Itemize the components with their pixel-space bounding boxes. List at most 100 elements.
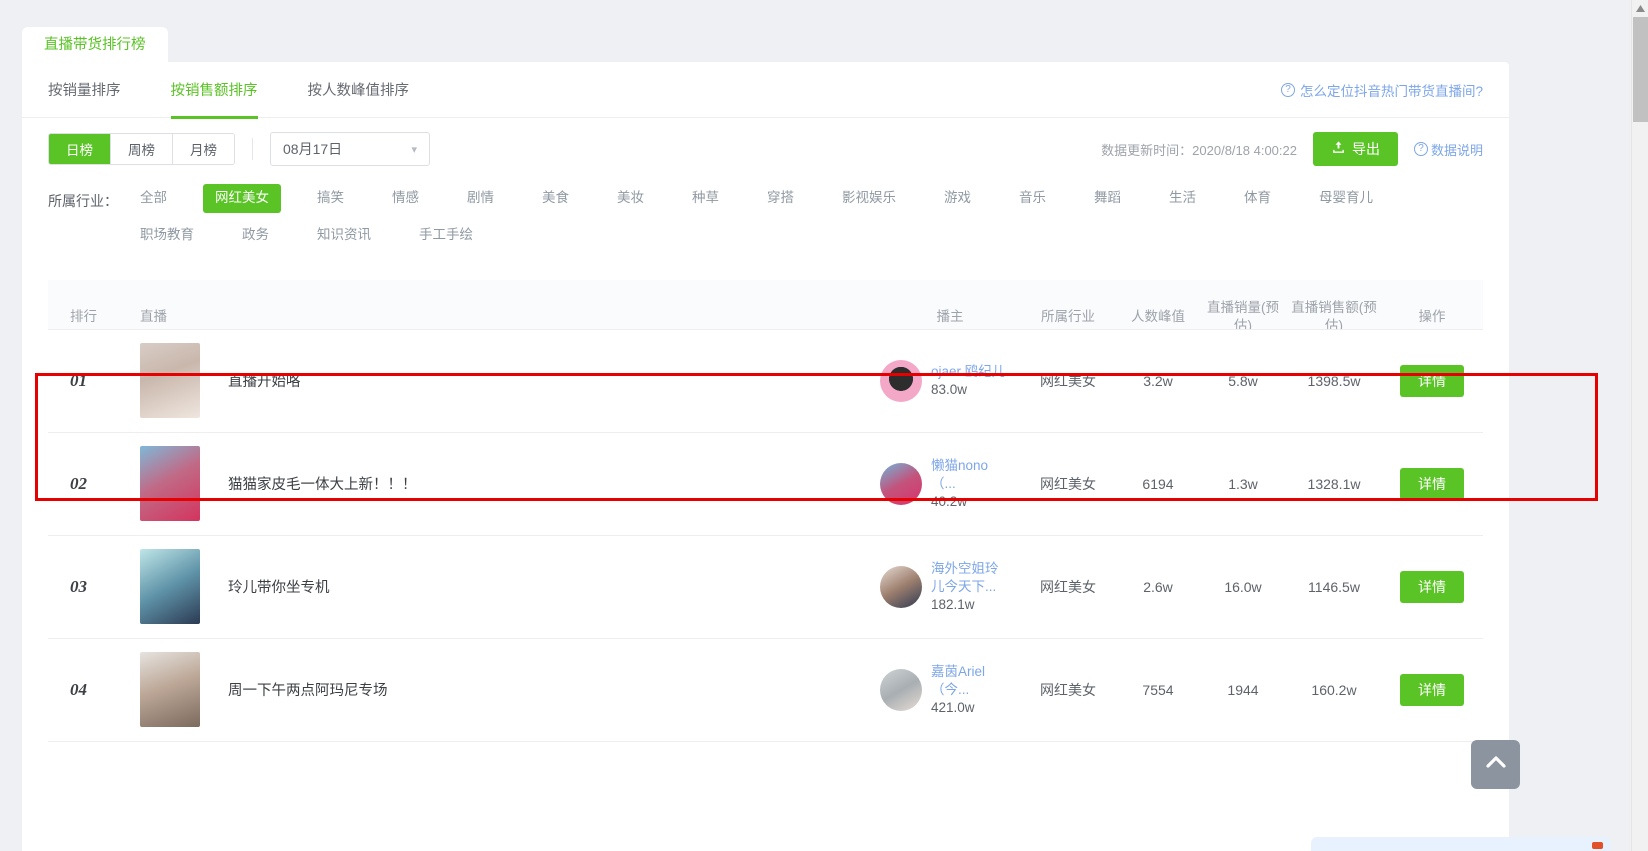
live-title[interactable]: 玲儿带你坐专机 [228, 576, 330, 597]
host-info[interactable]: 海外空姐玲儿今天下... 182.1w [880, 560, 1007, 613]
host-info[interactable]: 嘉茵Ariel（今... 421.0w [880, 663, 1007, 716]
tab-live-ecommerce-ranking[interactable]: 直播带货排行榜 [22, 26, 168, 62]
table-row[interactable]: 02 猫猫家皮毛一体大上新！！！ 懒猫nono（... 40.2w 网红美女 6194 1.… [48, 433, 1483, 536]
rank-value: 02 [70, 473, 87, 493]
live-thumbnail[interactable] [140, 446, 200, 522]
detail-button[interactable]: 详情 [1400, 570, 1464, 603]
cell-rank: 02 [48, 474, 140, 494]
table-row[interactable]: 04 周一下午两点阿玛尼专场 嘉茵Ariel（今... 421.0w 网红美女 7554 1… [48, 639, 1483, 742]
tab-sort-by-sales-amount[interactable]: 按销售额排序 [170, 62, 258, 119]
industry-tag[interactable]: 体育 [1232, 184, 1283, 213]
host-text: 嘉茵Ariel（今... 421.0w [931, 663, 1007, 716]
industry-tag[interactable]: 美妆 [605, 184, 656, 213]
table-header-row: 排行 直播 播主 所属行业 人数峰值 直播销量(预估) 直播销售额(预估) 操作 [48, 279, 1483, 330]
detail-button[interactable]: 详情 [1400, 673, 1464, 706]
industry-tag[interactable]: 手工手绘 [407, 221, 485, 250]
table-row[interactable]: 01 直播开始咯 ojaer 鸥纪儿 83.0w 网红美女 3.2w 5.8w 1398.5w… [48, 330, 1483, 433]
help-link-label: 怎么定位抖音热门带货直播间? [1299, 83, 1483, 99]
industry-tag[interactable]: 穿搭 [755, 184, 806, 213]
tab-sort-by-volume[interactable]: 按销量排序 [48, 62, 121, 118]
industry-tag[interactable]: 游戏 [932, 184, 983, 213]
live-title[interactable]: 直播开始咯 [228, 370, 301, 391]
export-button-label: 导出 [1351, 141, 1380, 157]
industry-tag[interactable]: 舞蹈 [1082, 184, 1133, 213]
host-info[interactable]: ojaer 鸥纪儿 83.0w [880, 359, 1005, 402]
cell-live: 直播开始咯 [140, 343, 880, 419]
cell-sales-amount: 1146.5w [1308, 578, 1360, 595]
table-row[interactable]: 03 玲儿带你坐专机 海外空姐玲儿今天下... 182.1w 网红美女 2.6w 16.0w… [48, 536, 1483, 639]
industry-tag[interactable]: 母婴育儿 [1307, 184, 1385, 213]
avatar[interactable] [880, 668, 922, 711]
industry-tag[interactable]: 政务 [230, 221, 281, 250]
host-name[interactable]: ojaer 鸥纪儿 [931, 363, 1005, 381]
cell-sales-amount: 1398.5w [1307, 372, 1361, 389]
cell-live: 猫猫家皮毛一体大上新！！！ [140, 446, 880, 522]
upload-icon [1331, 140, 1346, 158]
industry-tag[interactable]: 生活 [1157, 184, 1208, 213]
industry-tag[interactable]: 剧情 [455, 184, 506, 213]
industry-tag[interactable]: 影视娱乐 [830, 184, 908, 213]
industry-filter-label: 所属行业： [48, 193, 118, 209]
rank-value: 01 [70, 370, 87, 390]
host-followers: 182.1w [931, 596, 975, 612]
browser-scrollbar[interactable] [1631, 0, 1648, 851]
data-explanation-link[interactable]: ? 数据说明 [1413, 140, 1483, 159]
bottom-chat-widget[interactable] [1311, 837, 1611, 851]
industry-tag[interactable]: 搞笑 [305, 184, 356, 213]
industry-tag[interactable]: 职场教育 [128, 221, 206, 250]
cell-industry: 网红美女 [1040, 475, 1096, 492]
cell-rank: 01 [48, 371, 140, 391]
live-title[interactable]: 周一下午两点阿玛尼专场 [228, 679, 388, 700]
column-header-industry: 所属行业 [1041, 309, 1095, 325]
industry-tag[interactable]: 全部 [128, 184, 179, 213]
column-header-action: 操作 [1418, 309, 1446, 325]
question-circle-icon: ? [1413, 142, 1428, 156]
help-link[interactable]: ? 怎么定位抖音热门带货直播间? [1280, 80, 1483, 100]
live-title[interactable]: 猫猫家皮毛一体大上新！！！ [228, 473, 417, 494]
cell-host: 懒猫nono（... 40.2w [880, 457, 1020, 510]
industry-tag[interactable]: 音乐 [1007, 184, 1058, 213]
cell-sales-amount: 160.2w [1311, 681, 1357, 698]
period-segmented-control: 日榜 周榜 月榜 [48, 133, 235, 165]
avatar[interactable] [880, 359, 922, 402]
industry-tag[interactable]: 网红美女 [203, 184, 281, 213]
avatar[interactable] [880, 565, 922, 608]
live-thumbnail[interactable] [140, 652, 200, 728]
industry-tag-list: 全部 网红美女 搞笑 情感 剧情 美食 美妆 种草 穿搭 影视娱乐 游戏 音乐 舞蹈 生活 体育 母婴育儿职场… [128, 184, 1468, 258]
cell-live: 玲儿带你坐专机 [140, 549, 880, 625]
live-thumbnail[interactable] [140, 343, 200, 419]
column-header-live: 直播 [140, 309, 167, 325]
industry-tag[interactable]: 知识资讯 [305, 221, 383, 250]
scrollbar-thumb[interactable] [1633, 17, 1648, 122]
period-monthly[interactable]: 月榜 [173, 134, 234, 164]
period-weekly[interactable]: 周榜 [111, 134, 173, 164]
rank-value: 03 [70, 576, 87, 596]
detail-button[interactable]: 详情 [1400, 467, 1464, 500]
live-thumbnail[interactable] [140, 549, 200, 625]
industry-tag[interactable]: 情感 [380, 184, 431, 213]
date-picker[interactable]: 08月17日 ▾ [270, 132, 430, 166]
cell-rank: 03 [48, 577, 140, 597]
cell-action: 详情 [1382, 673, 1482, 706]
host-info[interactable]: 懒猫nono（... 40.2w [880, 457, 1007, 510]
industry-tag[interactable]: 美食 [530, 184, 581, 213]
column-header-rank: 排行 [70, 309, 97, 325]
scrollbar-up-arrow-icon[interactable] [1632, 0, 1648, 17]
back-to-top-button[interactable] [1471, 740, 1520, 789]
cell-peak-viewers: 2.6w [1143, 578, 1173, 595]
column-header-amount: 直播销售额(预估) [1291, 300, 1377, 330]
export-button[interactable]: 导出 [1312, 132, 1398, 166]
cell-industry: 网红美女 [1040, 372, 1096, 389]
host-text: 懒猫nono（... 40.2w [931, 457, 1007, 510]
cell-peak-viewers: 3.2w [1143, 372, 1173, 389]
host-name[interactable]: 嘉茵Ariel（今... [931, 663, 1007, 699]
detail-button[interactable]: 详情 [1400, 364, 1464, 397]
avatar[interactable] [880, 462, 922, 505]
period-daily[interactable]: 日榜 [49, 134, 111, 164]
tab-sort-by-peak-viewers[interactable]: 按人数峰值排序 [308, 62, 410, 118]
cell-host: 海外空姐玲儿今天下... 182.1w [880, 560, 1020, 613]
industry-tag[interactable]: 种草 [680, 184, 731, 213]
host-name[interactable]: 懒猫nono（... [931, 457, 1007, 493]
cell-action: 详情 [1382, 364, 1482, 397]
host-name[interactable]: 海外空姐玲儿今天下... [931, 560, 1007, 596]
